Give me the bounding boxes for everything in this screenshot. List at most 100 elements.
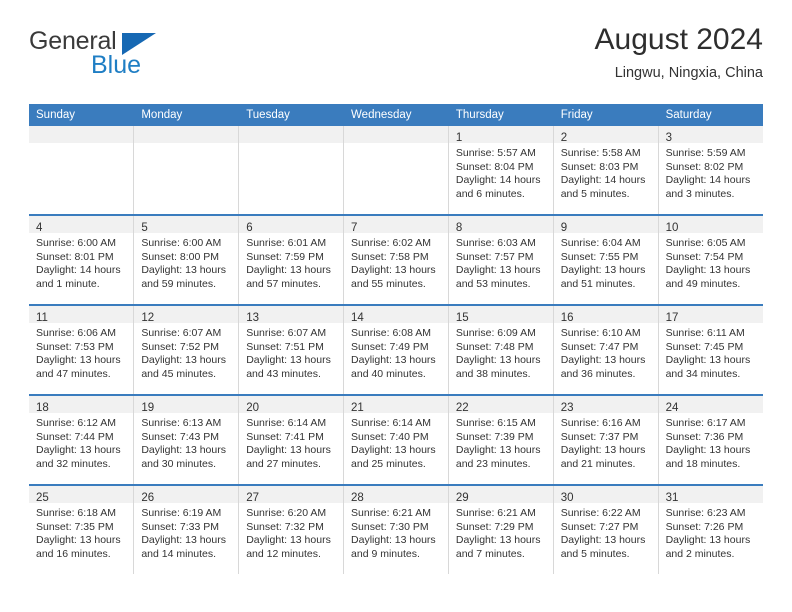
daylight-text: Daylight: 13 hours and 7 minutes.	[455, 534, 541, 560]
calendar-day-cell[interactable]: 27 Sunrise: 6:20 AM Sunset: 7:32 PM Dayligh…	[238, 485, 345, 574]
calendar-day-cell[interactable]: 11 Sunrise: 6:06 AM Sunset: 7:53 PM Dayligh…	[29, 305, 135, 396]
daylight-text: Daylight: 14 hours and 3 minutes.	[665, 174, 751, 200]
calendar-day-cell[interactable]: 30 Sunrise: 6:22 AM Sunset: 7:27 PM Dayligh…	[553, 485, 659, 574]
day-number-strip: 26	[134, 486, 239, 504]
sunrise-text: Sunrise: 6:00 AM	[36, 237, 116, 249]
daylight-text: Daylight: 13 hours and 14 minutes.	[141, 534, 226, 560]
calendar-day-cell[interactable]: 6 Sunrise: 6:01 AM Sunset: 7:59 PM Daylight…	[238, 215, 345, 306]
logo-text-blue: Blue	[91, 51, 142, 79]
calendar-day-cell[interactable]: 26 Sunrise: 6:19 AM Sunset: 7:33 PM Dayligh…	[133, 485, 240, 574]
day-details: Sunrise: 6:16 AM Sunset: 7:37 PM Daylight:…	[554, 413, 658, 471]
calendar-day-cell[interactable]: 18 Sunrise: 6:12 AM Sunset: 7:44 PM Dayligh…	[29, 395, 135, 486]
day-number-strip: 18	[29, 396, 134, 414]
calendar-day-cell[interactable]: 1 Sunrise: 5:57 AM Sunset: 8:04 PM Daylight…	[448, 126, 554, 216]
daylight-text: Daylight: 13 hours and 55 minutes.	[351, 264, 436, 290]
daylight-text: Daylight: 13 hours and 25 minutes.	[351, 444, 436, 470]
daylight-text: Daylight: 13 hours and 32 minutes.	[36, 444, 121, 470]
sunrise-text: Sunrise: 6:06 AM	[36, 327, 116, 339]
calendar-day-cell[interactable]: 19 Sunrise: 6:13 AM Sunset: 7:43 PM Dayligh…	[133, 395, 240, 486]
sunrise-text: Sunrise: 5:58 AM	[560, 147, 641, 159]
daylight-text: Daylight: 13 hours and 51 minutes.	[560, 264, 646, 290]
calendar-day-cell[interactable]: 7 Sunrise: 6:02 AM Sunset: 7:58 PM Daylight…	[343, 215, 449, 306]
daylight-text: Daylight: 13 hours and 23 minutes.	[455, 444, 541, 470]
daylight-text: Daylight: 13 hours and 43 minutes.	[246, 354, 331, 380]
sunset-text: Sunset: 8:04 PM	[455, 160, 534, 173]
daylight-text: Daylight: 14 hours and 5 minutes.	[560, 174, 646, 200]
calendar-day-cell[interactable]: 2 Sunrise: 5:58 AM Sunset: 8:03 PM Daylight…	[553, 126, 659, 216]
page-header: General Blue August 2024 Lingwu, Ningxia…	[29, 23, 763, 98]
day-number: 31	[665, 492, 679, 504]
sunrise-text: Sunrise: 5:59 AM	[665, 147, 746, 159]
calendar-day-cell[interactable]: 13 Sunrise: 6:07 AM Sunset: 7:51 PM Dayligh…	[238, 305, 345, 396]
daylight-text: Daylight: 14 hours and 1 minute.	[36, 264, 121, 290]
calendar-day-cell[interactable]: 4 Sunrise: 6:00 AM Sunset: 8:01 PM Daylight…	[29, 215, 135, 306]
calendar-day-cell[interactable]: 25 Sunrise: 6:18 AM Sunset: 7:35 PM Dayligh…	[29, 485, 135, 574]
calendar-day-cell[interactable]: 29 Sunrise: 6:21 AM Sunset: 7:29 PM Dayligh…	[448, 485, 554, 574]
calendar-day-cell[interactable]: 3 Sunrise: 5:59 AM Sunset: 8:02 PM Daylight…	[658, 126, 763, 216]
calendar-day-cell[interactable]: 28 Sunrise: 6:21 AM Sunset: 7:30 PM Dayligh…	[343, 485, 449, 574]
day-cell-inner: 18 Sunrise: 6:12 AM Sunset: 7:44 PM Dayligh…	[29, 396, 134, 484]
day-cell-inner: 1 Sunrise: 5:57 AM Sunset: 8:04 PM Daylight…	[448, 126, 553, 214]
sunset-text: Sunset: 7:29 PM	[455, 520, 534, 533]
sunset-text: Sunset: 7:53 PM	[36, 340, 114, 353]
day-details: Sunrise: 6:09 AM Sunset: 7:48 PM Daylight:…	[449, 323, 553, 381]
sunrise-text: Sunrise: 6:17 AM	[665, 417, 746, 429]
day-number-strip: 2	[553, 126, 658, 144]
page-subtitle: Lingwu, Ningxia, China	[614, 65, 763, 81]
calendar-body: 1 Sunrise: 5:57 AM Sunset: 8:04 PM Daylight…	[29, 126, 763, 574]
calendar-day-cell[interactable]: 8 Sunrise: 6:03 AM Sunset: 7:57 PM Daylight…	[448, 215, 554, 306]
day-cell-inner: 9 Sunrise: 6:04 AM Sunset: 7:55 PM Daylight…	[553, 216, 658, 304]
calendar-day-cell[interactable]: 31 Sunrise: 6:23 AM Sunset: 7:26 PM Dayligh…	[658, 485, 763, 574]
calendar-day-cell[interactable]: 23 Sunrise: 6:16 AM Sunset: 7:37 PM Dayligh…	[553, 395, 659, 486]
calendar-day-cell[interactable]: 10 Sunrise: 6:05 AM Sunset: 7:54 PM Dayligh…	[658, 215, 763, 306]
daylight-text: Daylight: 13 hours and 49 minutes.	[665, 264, 751, 290]
weekday-header-wednesday: Wednesday	[343, 104, 449, 126]
day-number: 17	[665, 312, 679, 324]
sunset-text: Sunset: 7:36 PM	[665, 430, 744, 443]
day-number-strip	[239, 126, 344, 143]
sunrise-text: Sunrise: 6:10 AM	[560, 327, 641, 339]
sunrise-text: Sunrise: 6:03 AM	[455, 237, 536, 249]
calendar-day-cell[interactable]: 17 Sunrise: 6:11 AM Sunset: 7:45 PM Dayligh…	[658, 305, 763, 396]
weekday-header-thursday: Thursday	[448, 104, 554, 126]
sunrise-text: Sunrise: 6:19 AM	[141, 507, 222, 519]
calendar-day-cell[interactable]: 20 Sunrise: 6:14 AM Sunset: 7:41 PM Dayligh…	[238, 395, 345, 486]
day-number-strip: 20	[239, 396, 344, 414]
sunrise-text: Sunrise: 6:13 AM	[141, 417, 222, 429]
day-details: Sunrise: 5:59 AM Sunset: 8:02 PM Daylight:…	[659, 143, 763, 201]
day-number-strip	[29, 126, 134, 143]
day-number: 15	[455, 312, 469, 324]
calendar-day-cell[interactable]: 16 Sunrise: 6:10 AM Sunset: 7:47 PM Dayligh…	[553, 305, 659, 396]
sunset-text: Sunset: 7:54 PM	[665, 250, 744, 263]
daylight-text: Daylight: 13 hours and 5 minutes.	[560, 534, 646, 560]
calendar-day-cell-empty	[238, 126, 345, 216]
sunrise-text: Sunrise: 6:21 AM	[351, 507, 431, 519]
general-blue-logo[interactable]: General Blue	[29, 28, 289, 79]
day-number-strip: 14	[344, 306, 448, 324]
calendar-day-cell[interactable]: 5 Sunrise: 6:00 AM Sunset: 8:00 PM Daylight…	[133, 215, 240, 306]
day-cell-inner	[344, 126, 448, 214]
day-number-strip: 30	[553, 486, 658, 504]
calendar-day-cell[interactable]: 21 Sunrise: 6:14 AM Sunset: 7:40 PM Dayligh…	[343, 395, 449, 486]
day-number: 1	[455, 132, 463, 144]
day-cell-inner: 29 Sunrise: 6:21 AM Sunset: 7:29 PM Dayligh…	[448, 486, 553, 574]
sunrise-text: Sunrise: 6:22 AM	[560, 507, 641, 519]
sunset-text: Sunset: 8:01 PM	[36, 250, 114, 263]
calendar-day-cell[interactable]: 15 Sunrise: 6:09 AM Sunset: 7:48 PM Dayligh…	[448, 305, 554, 396]
day-number-strip: 29	[448, 486, 553, 504]
day-number-strip: 19	[134, 396, 239, 414]
calendar-day-cell[interactable]: 24 Sunrise: 6:17 AM Sunset: 7:36 PM Dayligh…	[658, 395, 763, 486]
calendar-day-cell[interactable]: 12 Sunrise: 6:07 AM Sunset: 7:52 PM Dayligh…	[133, 305, 240, 396]
calendar-day-cell[interactable]: 22 Sunrise: 6:15 AM Sunset: 7:39 PM Dayligh…	[448, 395, 554, 486]
calendar-day-cell[interactable]: 9 Sunrise: 6:04 AM Sunset: 7:55 PM Daylight…	[553, 215, 659, 306]
calendar-day-cell[interactable]: 14 Sunrise: 6:08 AM Sunset: 7:49 PM Dayligh…	[343, 305, 449, 396]
sunset-text: Sunset: 7:26 PM	[665, 520, 744, 533]
day-cell-inner: 5 Sunrise: 6:00 AM Sunset: 8:00 PM Daylight…	[134, 216, 239, 304]
day-number-strip: 10	[658, 216, 763, 234]
day-number: 2	[560, 132, 568, 144]
daylight-text: Daylight: 13 hours and 12 minutes.	[246, 534, 331, 560]
sunrise-text: Sunrise: 6:16 AM	[560, 417, 641, 429]
day-number: 4	[36, 222, 43, 234]
weekday-header-friday: Friday	[553, 104, 659, 126]
day-cell-inner	[29, 126, 134, 214]
